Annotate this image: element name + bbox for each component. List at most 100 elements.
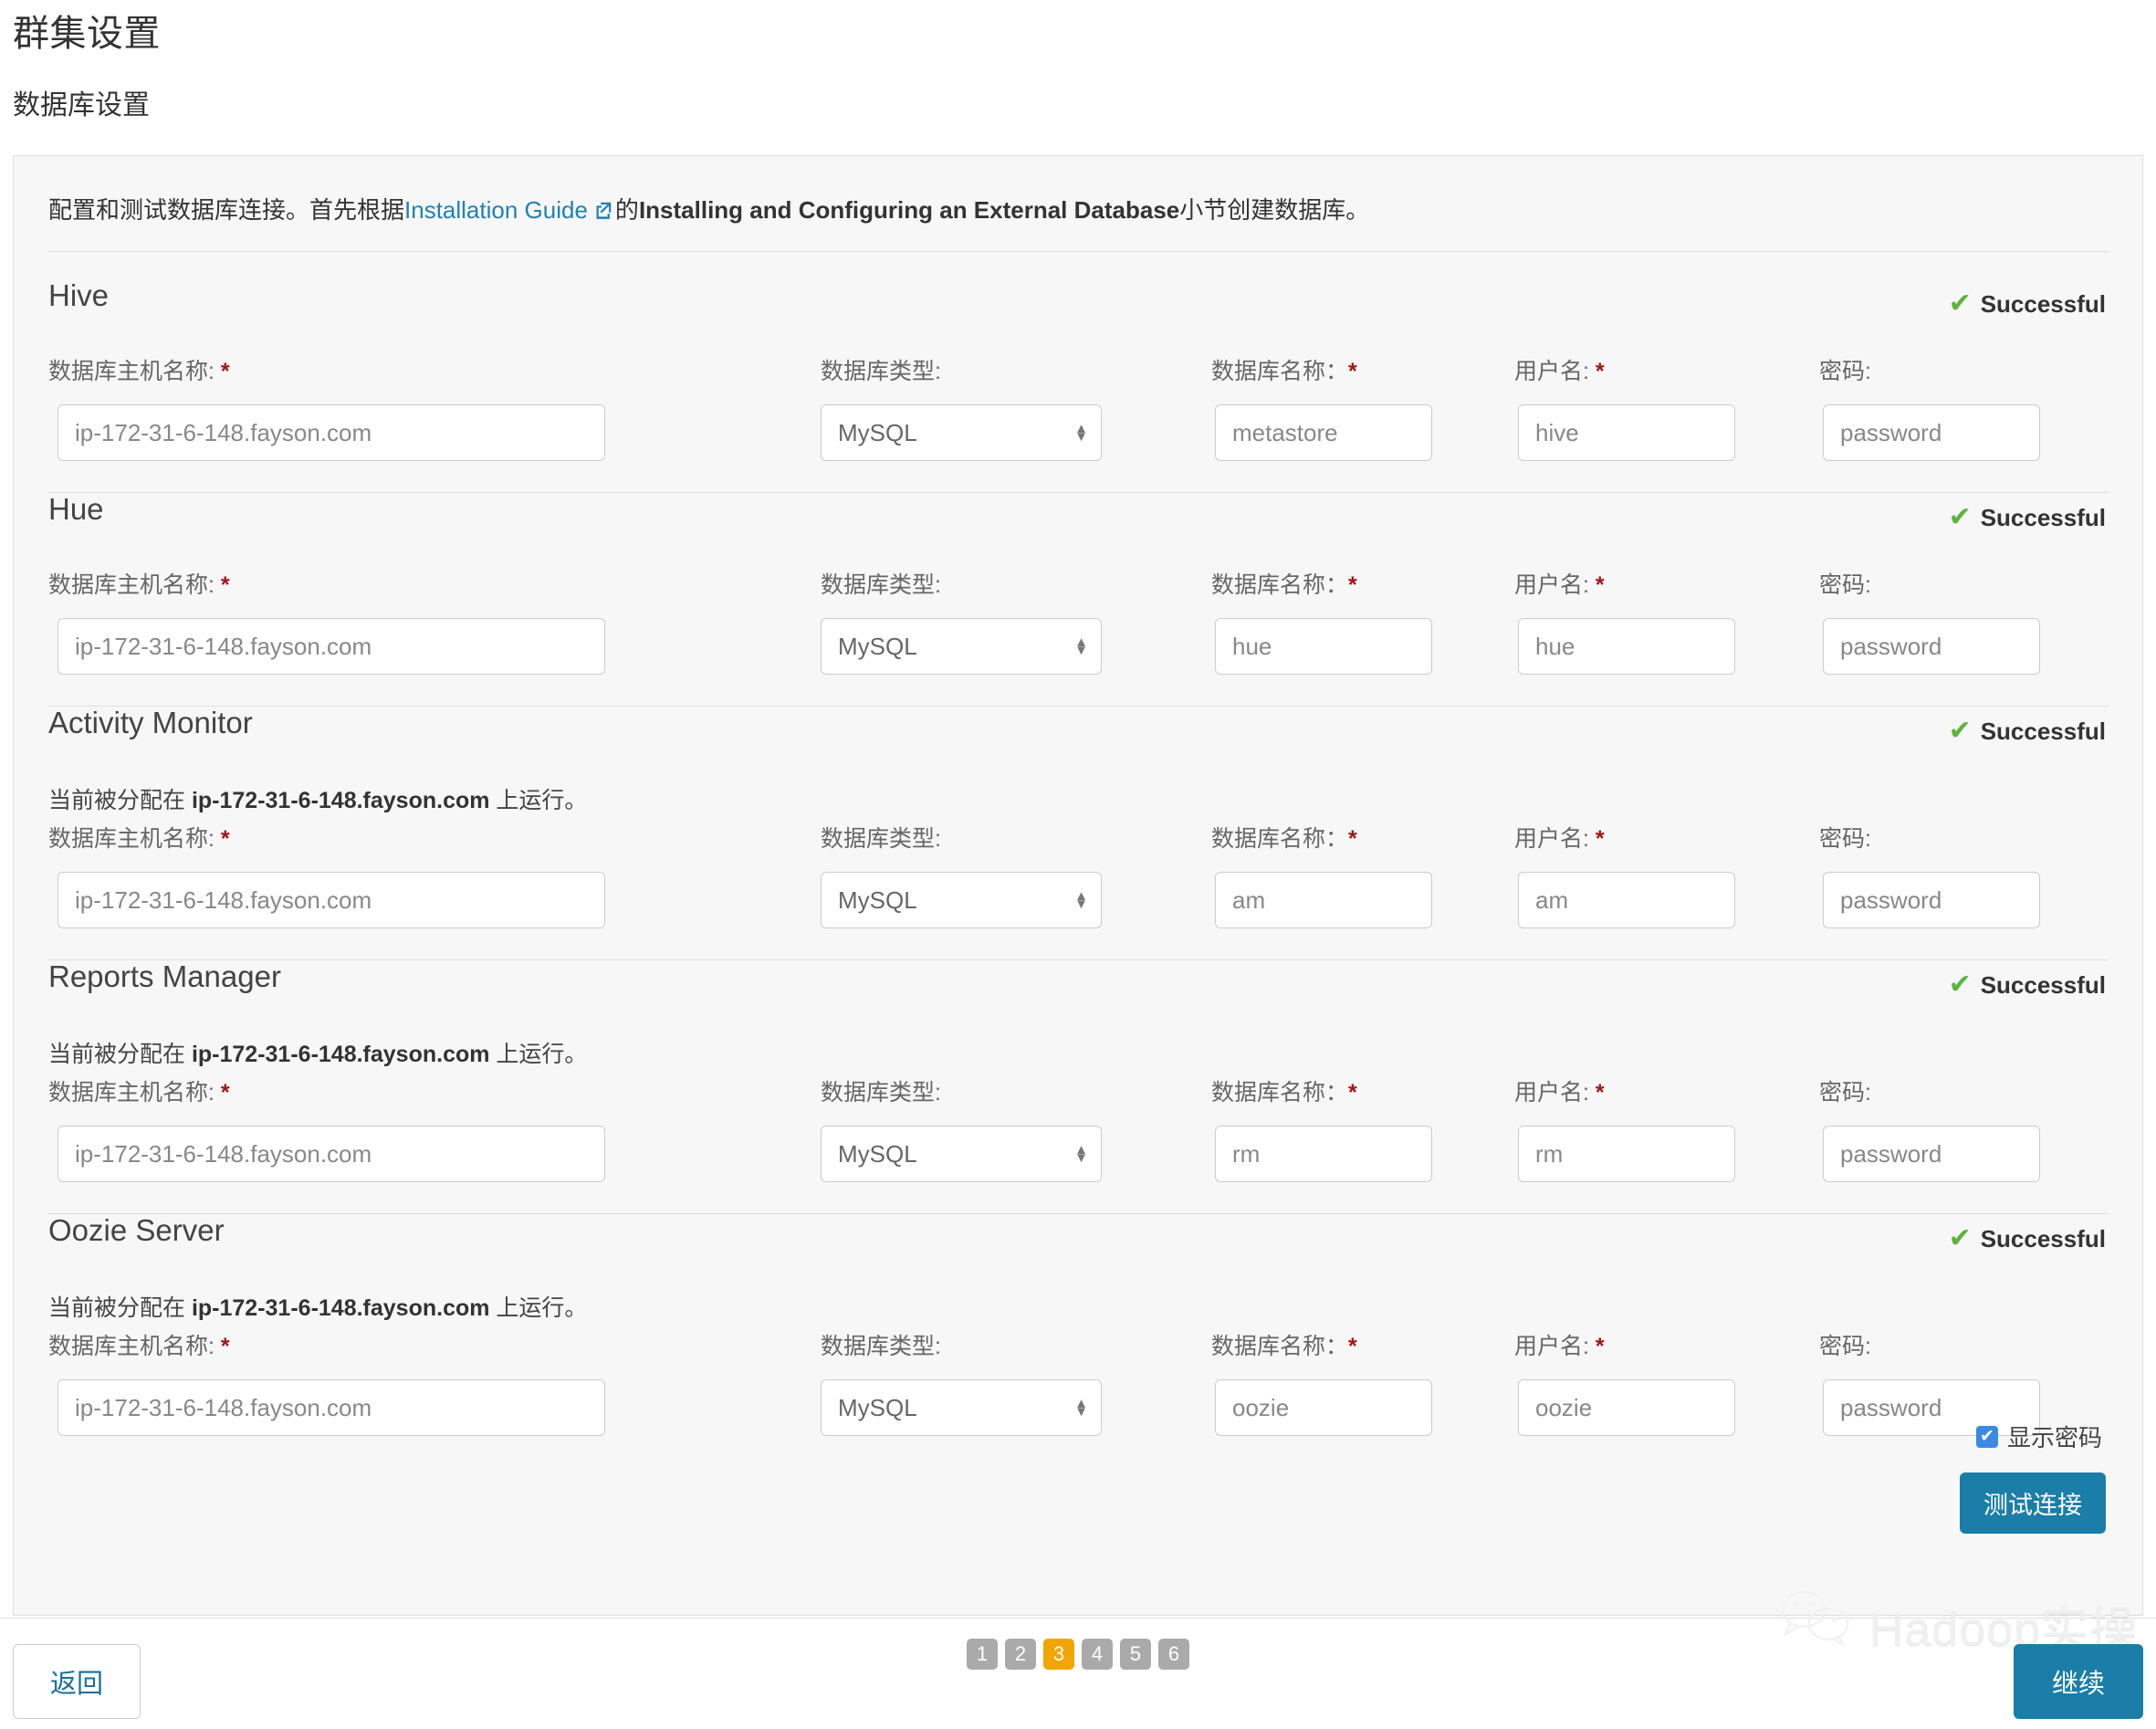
password-input-activity-monitor[interactable]: password	[1823, 872, 2040, 928]
host-input-hive[interactable]: ip-172-31-6-148.fayson.com	[58, 404, 605, 461]
pagination[interactable]: 1 2 3 4 5 6	[967, 1639, 1189, 1670]
divider	[48, 251, 2109, 252]
page-6[interactable]: 6	[1158, 1639, 1189, 1670]
label-host-oozie-server: 数据库主机名称: *	[48, 1334, 230, 1359]
show-password-row[interactable]: ✔ 显示密码	[1975, 1420, 2102, 1453]
continue-button[interactable]: 继续	[2014, 1644, 2143, 1719]
check-icon: ✔	[1948, 969, 1972, 1000]
status-badge-hue: ✔ Successful	[1949, 501, 2106, 533]
label-dbtype-hue: 数据库类型:	[821, 572, 941, 598]
page-subtitle: 数据库设置	[13, 90, 150, 121]
check-icon: ✔	[1948, 1223, 1972, 1253]
label-password-hue: 密码:	[1819, 572, 1871, 598]
host-input-reports-manager[interactable]: ip-172-31-6-148.fayson.com	[58, 1126, 605, 1182]
chevron-updown-icon[interactable]: ▲ ▼	[1074, 422, 1088, 444]
dbtype-select-hive[interactable]: MySQL ▲ ▼	[821, 404, 1102, 461]
page-4[interactable]: 4	[1082, 1639, 1113, 1670]
username-input-reports-manager[interactable]: rm	[1518, 1126, 1735, 1182]
label-dbname-reports-manager: 数据库名称：*	[1211, 1080, 1357, 1106]
dbtype-select-reports-manager[interactable]: MySQL ▲ ▼	[821, 1126, 1102, 1182]
required-marker: *	[1348, 572, 1357, 598]
username-input-activity-monitor[interactable]: am	[1518, 872, 1735, 928]
host-input-oozie-server[interactable]: ip-172-31-6-148.fayson.com	[58, 1379, 605, 1436]
label-dbtype-hive: 数据库类型:	[821, 359, 941, 384]
label-username-hive: 用户名: *	[1514, 359, 1605, 384]
dbname-input-activity-monitor[interactable]: am	[1215, 872, 1432, 928]
status-badge-hive: ✔ Successful	[1949, 288, 2106, 320]
required-marker: *	[1348, 826, 1357, 852]
username-input-oozie-server[interactable]: oozie	[1518, 1379, 1735, 1436]
dbname-input-hue[interactable]: hue	[1215, 618, 1432, 675]
cluster-setup-page: 群集设置 数据库设置 配置和测试数据库连接。首先根据Installation G…	[0, 0, 2156, 1729]
dbname-input-hive[interactable]: metastore	[1215, 404, 1432, 461]
section-title-activity-monitor: Activity Monitor	[48, 706, 253, 739]
label-username-reports-manager: 用户名: *	[1514, 1080, 1605, 1106]
label-password-hive: 密码:	[1819, 359, 1871, 384]
password-input-hue[interactable]: password	[1823, 618, 2040, 675]
database-setup-card: 配置和测试数据库连接。首先根据Installation Guide 的Instal…	[13, 155, 2143, 1616]
dbtype-select-activity-monitor[interactable]: MySQL ▲ ▼	[821, 872, 1102, 928]
label-host-hue: 数据库主机名称: *	[48, 572, 230, 598]
required-marker: *	[1595, 1080, 1605, 1106]
intro-text: 配置和测试数据库连接。首先根据Installation Guide 的Instal…	[48, 194, 1369, 227]
divider	[48, 492, 2109, 493]
username-input-hive[interactable]: hive	[1518, 404, 1735, 461]
dbtype-select-oozie-server[interactable]: MySQL ▲ ▼	[821, 1379, 1102, 1436]
section-title-hive: Hive	[48, 278, 110, 312]
required-marker: *	[1348, 1080, 1357, 1106]
required-marker: *	[1348, 359, 1357, 384]
show-password-checkbox[interactable]: ✔	[1975, 1425, 1998, 1448]
chevron-updown-icon[interactable]: ▲ ▼	[1074, 889, 1088, 911]
divider	[48, 706, 2109, 707]
label-dbname-hue: 数据库名称：*	[1211, 572, 1357, 598]
label-dbtype-oozie-server: 数据库类型:	[821, 1334, 941, 1359]
label-dbname-oozie-server: 数据库名称：*	[1211, 1334, 1357, 1359]
required-marker: *	[220, 826, 230, 852]
page-2[interactable]: 2	[1005, 1639, 1036, 1670]
password-input-hive[interactable]: password	[1823, 404, 2040, 461]
section-title-hue: Hue	[48, 492, 104, 526]
status-text: Successful	[1980, 971, 2106, 999]
label-password-reports-manager: 密码:	[1819, 1080, 1871, 1106]
dbtype-select-hue[interactable]: MySQL ▲ ▼	[821, 618, 1102, 675]
chevron-updown-icon[interactable]: ▲ ▼	[1074, 1397, 1088, 1419]
back-button[interactable]: 返回	[13, 1644, 141, 1719]
external-link-icon[interactable]	[593, 196, 613, 227]
intro-bold: Installing and Configuring an External D…	[638, 196, 1180, 224]
dbname-input-oozie-server[interactable]: oozie	[1215, 1379, 1432, 1436]
footer-divider	[0, 1618, 2156, 1619]
required-marker: *	[220, 572, 230, 598]
intro-prefix: 配置和测试数据库连接。首先根据	[48, 196, 405, 224]
page-3[interactable]: 3	[1043, 1639, 1074, 1670]
status-badge-activity-monitor: ✔ Successful	[1949, 715, 2106, 747]
installation-guide-link[interactable]: Installation Guide	[404, 196, 588, 224]
show-password-label: 显示密码	[2006, 1424, 2102, 1451]
divider	[48, 959, 2109, 960]
label-username-oozie-server: 用户名: *	[1514, 1334, 1605, 1359]
status-badge-reports-manager: ✔ Successful	[1949, 969, 2106, 1001]
page-title: 群集设置	[13, 14, 161, 54]
section-title-reports-manager: Reports Manager	[48, 959, 281, 993]
label-username-activity-monitor: 用户名: *	[1514, 826, 1605, 852]
required-marker: *	[1348, 1334, 1357, 1359]
required-marker: *	[1595, 1334, 1605, 1359]
label-password-activity-monitor: 密码:	[1819, 826, 1871, 852]
dbname-input-reports-manager[interactable]: rm	[1215, 1126, 1432, 1182]
required-marker: *	[220, 1334, 230, 1359]
label-host-hive: 数据库主机名称: *	[48, 359, 230, 384]
username-input-hue[interactable]: hue	[1518, 618, 1735, 675]
chevron-updown-icon[interactable]: ▲ ▼	[1074, 1143, 1088, 1165]
assigned-host-oozie-server: 当前被分配在 ip-172-31-6-148.fayson.com 上运行。	[48, 1295, 588, 1321]
password-input-reports-manager[interactable]: password	[1823, 1126, 2040, 1182]
page-5[interactable]: 5	[1120, 1639, 1151, 1670]
test-connection-button[interactable]: 测试连接	[1960, 1472, 2106, 1534]
assigned-host-reports-manager: 当前被分配在 ip-172-31-6-148.fayson.com 上运行。	[48, 1042, 588, 1067]
host-input-hue[interactable]: ip-172-31-6-148.fayson.com	[58, 618, 605, 675]
required-marker: *	[220, 359, 230, 384]
status-text: Successful	[1980, 504, 2106, 531]
chevron-updown-icon[interactable]: ▲ ▼	[1074, 635, 1088, 657]
label-dbtype-activity-monitor: 数据库类型:	[821, 826, 941, 852]
check-icon: ✔	[1948, 716, 1972, 746]
page-1[interactable]: 1	[967, 1639, 998, 1670]
host-input-activity-monitor[interactable]: ip-172-31-6-148.fayson.com	[58, 872, 605, 928]
